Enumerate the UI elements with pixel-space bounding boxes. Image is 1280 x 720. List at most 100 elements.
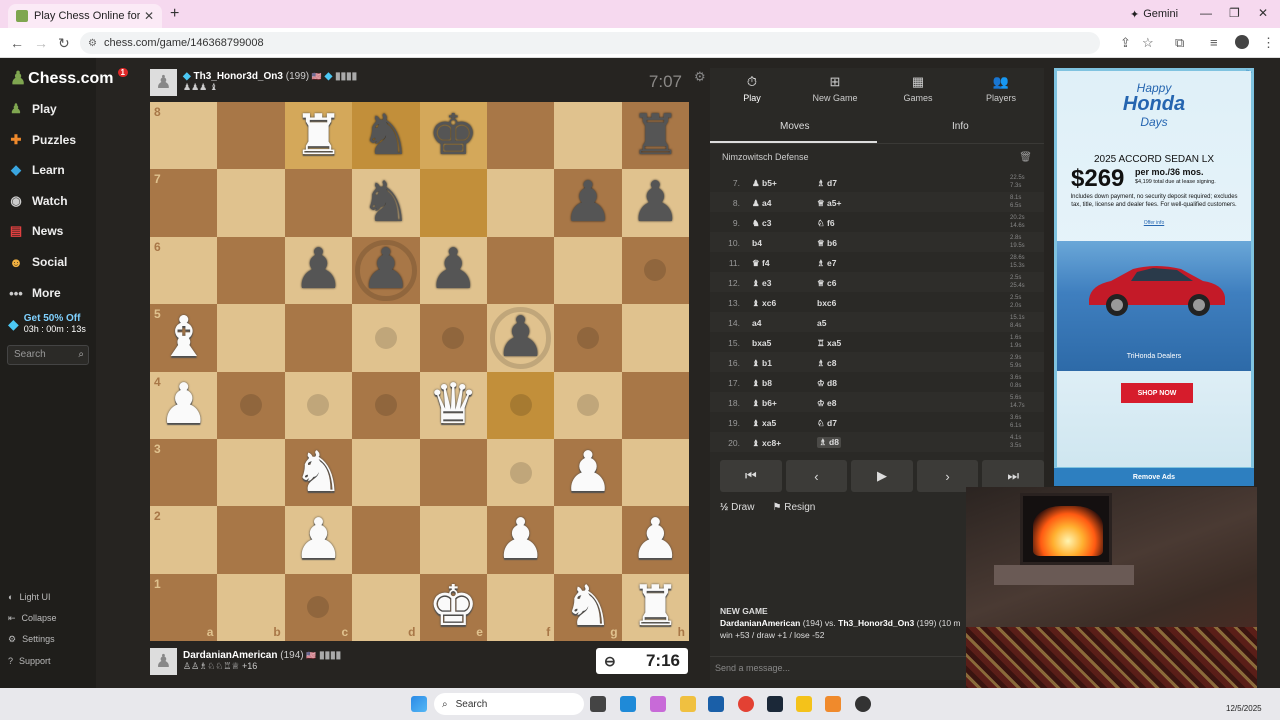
sidebar-item-learn[interactable]: ◆ Learn <box>8 159 65 181</box>
white-move[interactable]: a4 <box>752 318 761 328</box>
first-move-button[interactable]: ⏮ <box>720 460 782 492</box>
black-move[interactable]: ♕ b6 <box>817 238 837 249</box>
sidebar-item-watch[interactable]: ◉ Watch <box>8 190 67 212</box>
sidebar-item-social[interactable]: ☻ Social <box>8 251 67 273</box>
square-h6[interactable] <box>621 236 689 305</box>
black-move[interactable]: ♔ d8 <box>817 378 837 389</box>
square-d4[interactable] <box>352 371 420 439</box>
square-c4[interactable] <box>284 371 353 439</box>
avatar[interactable]: ♟ <box>150 647 177 675</box>
trash-icon[interactable]: 🗑 <box>1019 152 1032 163</box>
square-f6[interactable] <box>486 236 555 305</box>
square-h8[interactable]: ♜ <box>621 102 689 170</box>
square-f8[interactable] <box>486 102 555 170</box>
black-pawn-icon[interactable]: ♟ <box>630 175 680 231</box>
minimize-icon[interactable]: — <box>1200 6 1212 20</box>
top-player-name[interactable]: Th3_Honor3d_On3 <box>193 71 282 82</box>
square-e1[interactable]: e ♚ <box>419 573 487 641</box>
square-e3[interactable] <box>419 438 487 507</box>
square-f2[interactable]: ♟ <box>486 506 555 574</box>
chess-board[interactable]: 8 ♜ ♞ ♚ ♜ 7 ♞ ♟ ♟ 6 ♟ ♟ ♟ 5 ♝ ♟ 4 ♟ ♛ 3 ♞ ♟ 2 ♟ ♟ ♟ 1 a b c d e ♚ f g ♞ h ♜ <box>150 102 689 641</box>
maximize-icon[interactable]: ❐ <box>1229 6 1240 20</box>
square-h2[interactable]: ♟ <box>621 506 689 574</box>
black-move[interactable]: ♗ c8 <box>817 358 836 369</box>
square-h5[interactable] <box>621 304 689 372</box>
tab-games[interactable]: ▦ Games <box>878 74 958 103</box>
white-pawn-icon[interactable]: ♟ <box>159 377 209 433</box>
chrome-icon[interactable] <box>738 696 754 712</box>
white-knight-icon[interactable]: ♞ <box>293 444 343 501</box>
black-rook-icon[interactable]: ♜ <box>630 107 680 164</box>
white-move[interactable]: ♝ xc6 <box>752 298 776 309</box>
black-move[interactable]: ♘ d7 <box>817 418 837 429</box>
square-g2[interactable] <box>554 506 622 574</box>
square-g7[interactable]: ♟ <box>554 169 622 237</box>
square-a6[interactable]: 6 <box>150 236 218 305</box>
bookmark-star-icon[interactable]: ☆ <box>1142 35 1154 51</box>
remove-ads-button[interactable]: Remove Ads <box>1054 468 1254 486</box>
install-icon[interactable]: ⇪ <box>1120 35 1131 51</box>
sidebar-item-puzzles[interactable]: ✚ Puzzles <box>8 129 76 151</box>
copilot-icon[interactable] <box>650 696 666 712</box>
sidebar-item-news[interactable]: ▤ News <box>8 220 64 242</box>
square-h4[interactable] <box>621 371 689 439</box>
tab-play[interactable]: ⏱ Play <box>712 74 792 103</box>
black-move[interactable]: ♕ a5+ <box>817 198 841 209</box>
browser-menu-icon[interactable]: ⋮ <box>1262 35 1275 51</box>
taskbar-search[interactable]: ⌕ Search <box>434 693 584 715</box>
square-e4[interactable]: ♛ <box>419 371 487 439</box>
gear-icon[interactable]: ⚙ <box>694 69 706 85</box>
ad-offer-link[interactable]: Offer info <box>1057 220 1251 226</box>
tab-players[interactable]: 👥 Players <box>961 74 1041 103</box>
white-move[interactable]: ♝ b1 <box>752 358 772 369</box>
advertisement[interactable]: ▷ Happy Honda Days 2025 ACCORD SEDAN LX … <box>1054 68 1254 486</box>
square-d6[interactable]: ♟ <box>352 236 420 305</box>
white-move[interactable]: ♟ a4 <box>752 198 771 209</box>
sidebar-search-input[interactable]: Search ⌕ <box>7 345 89 365</box>
square-f5[interactable]: ♟ <box>486 304 555 372</box>
white-king-icon[interactable]: ♚ <box>428 579 478 635</box>
reload-icon[interactable]: ↻ <box>58 35 70 52</box>
square-g1[interactable]: g ♞ <box>554 573 622 641</box>
promo-offer[interactable]: ◆ Get 50% Off 03h : 00m : 13s <box>8 313 86 335</box>
edge-icon[interactable] <box>620 696 636 712</box>
black-move[interactable]: a5 <box>817 318 826 328</box>
white-pawn-icon[interactable]: ♟ <box>563 444 613 501</box>
white-move[interactable]: ♟ b5+ <box>752 178 777 189</box>
square-d5[interactable] <box>352 304 420 372</box>
square-b7[interactable] <box>217 169 285 237</box>
white-move[interactable]: ♝ b8 <box>752 378 772 389</box>
black-pawn-icon[interactable]: ♟ <box>293 242 343 298</box>
steam-icon[interactable] <box>767 696 783 712</box>
resign-button[interactable]: ⚑ Resign <box>772 502 815 513</box>
profile-avatar[interactable] <box>1235 35 1249 49</box>
white-bishop-icon[interactable]: ♝ <box>159 309 209 366</box>
square-h3[interactable] <box>621 438 689 507</box>
square-c6[interactable]: ♟ <box>284 236 353 305</box>
white-move[interactable]: ♝ e3 <box>752 278 771 289</box>
sidebar-item-more[interactable]: ••• More <box>8 282 61 304</box>
square-f4[interactable] <box>486 371 555 439</box>
black-knight-icon[interactable]: ♞ <box>361 107 411 164</box>
extensions-icon[interactable]: ⧉ <box>1175 35 1184 51</box>
square-b2[interactable] <box>217 506 285 574</box>
tab-new-game[interactable]: ⊞ New Game <box>795 74 875 103</box>
close-window-icon[interactable]: ✕ <box>1258 6 1268 20</box>
square-f7[interactable] <box>486 169 555 237</box>
square-f3[interactable] <box>486 438 555 507</box>
back-icon[interactable]: ← <box>10 35 24 51</box>
chess-logo[interactable]: ♟ Chess.com 1 <box>10 68 128 89</box>
black-pawn-icon[interactable]: ♟ <box>563 175 613 231</box>
square-a5[interactable]: 5 ♝ <box>150 304 218 372</box>
square-h7[interactable]: ♟ <box>621 169 689 237</box>
square-e8[interactable]: ♚ <box>419 102 487 170</box>
black-pawn-icon[interactable]: ♟ <box>428 242 478 298</box>
black-move[interactable]: ♕ c6 <box>817 278 836 289</box>
app-icon[interactable] <box>825 696 841 712</box>
square-g6[interactable] <box>554 236 622 305</box>
close-tab-icon[interactable]: ✕ <box>144 9 154 23</box>
square-a2[interactable]: 2 <box>150 506 218 574</box>
shop-now-button[interactable]: SHOP NOW <box>1121 383 1193 403</box>
file-explorer-icon[interactable] <box>680 696 696 712</box>
white-queen-icon[interactable]: ♛ <box>428 377 478 433</box>
